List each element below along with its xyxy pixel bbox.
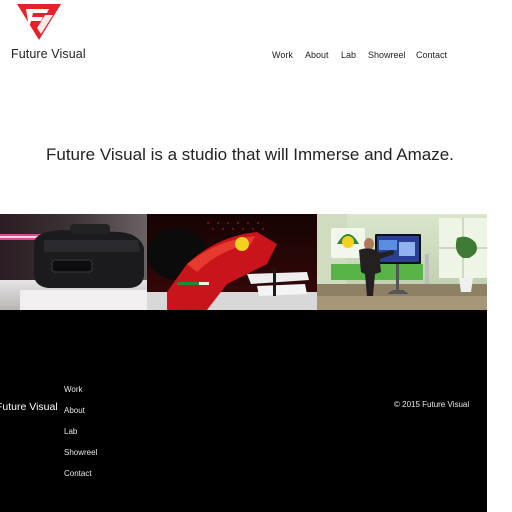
footer-link-work[interactable]: Work <box>64 384 97 405</box>
gallery-strip <box>0 214 487 310</box>
vr-headset-image[interactable] <box>0 214 147 310</box>
copyright-text: © 2015 Future Visual <box>394 400 470 409</box>
footer-link-lab[interactable]: Lab <box>64 426 97 447</box>
footer-link-about[interactable]: About <box>64 405 97 426</box>
footer-brand-name[interactable]: Future Visual <box>0 401 58 413</box>
footer-link-showreel[interactable]: Showreel <box>64 447 97 468</box>
hero-tagline: Future Visual is a studio that will Imme… <box>46 145 454 164</box>
brand-name[interactable]: Future Visual <box>11 47 86 61</box>
footer-nav: Work About Lab Showreel Contact <box>64 384 97 489</box>
nav-item-work[interactable]: Work <box>272 50 293 60</box>
fv-logo-icon[interactable] <box>15 2 63 42</box>
nav-item-lab[interactable]: Lab <box>341 50 356 60</box>
race-car-image[interactable] <box>147 214 317 310</box>
footer-link-contact[interactable]: Contact <box>64 468 97 489</box>
nav-item-contact[interactable]: Contact <box>416 50 447 60</box>
interactive-display-image[interactable] <box>317 214 487 310</box>
site-footer: Future Visual Work About Lab Showreel Co… <box>0 310 487 512</box>
nav-item-about[interactable]: About <box>305 50 329 60</box>
nav-item-showreel[interactable]: Showreel <box>368 50 406 60</box>
